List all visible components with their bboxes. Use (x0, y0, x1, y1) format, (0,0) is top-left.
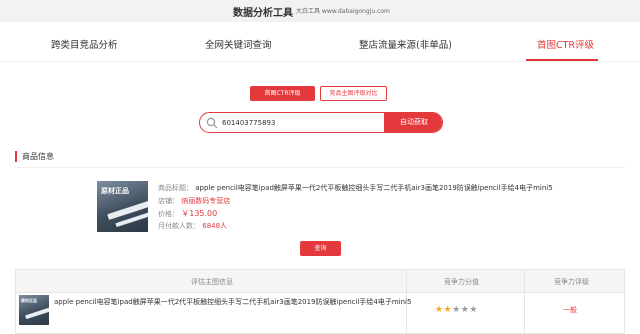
buyers-value: 6848人 (202, 222, 228, 230)
brand-text: 大白工具 www.dabaigongju.com (296, 8, 390, 15)
ctr-rating-mode-button[interactable]: 首图CTR评级 (250, 86, 315, 101)
star-icon: ★ (443, 305, 453, 315)
header-score: 竞争力分值 (444, 278, 479, 286)
active-tab-indicator (526, 59, 598, 61)
row-product-title: apple pencil电容笔ipad触屏苹果一代2代平板触控细头手写二代手机a… (54, 298, 412, 306)
product-buyers-line: 月付款人数： 6848人 (158, 221, 227, 231)
app-title: 数据分析工具 (233, 8, 293, 19)
product-thumbnail: 原材正品 (97, 181, 148, 232)
tab-shop-traffic[interactable]: 整店流量来源(非单品) (359, 37, 452, 51)
grade-value: 一般 (563, 306, 577, 314)
row-thumbnail: 原材正品 (19, 295, 49, 325)
star-icon: ★ (435, 305, 444, 315)
search-bar: 自动获取 (199, 112, 443, 133)
product-shop-line: 店铺： 纳丽数码专营店 (158, 196, 230, 206)
query-button[interactable]: 查询 (300, 241, 341, 256)
product-price-line: 价格： ￥135.00 (158, 208, 217, 219)
score-stars: ★★★★★ (435, 305, 478, 315)
star-icon: ★ (469, 305, 478, 315)
buyers-label: 月付款人数： (158, 222, 200, 230)
product-title-line: 商品标题： apple pencil电容笔ipad触屏苹果一代2代平板触控细头手… (158, 183, 553, 193)
product-title: apple pencil电容笔ipad触屏苹果一代2代平板触控细头手写二代手机a… (195, 184, 553, 192)
product-id-input[interactable] (222, 115, 380, 130)
shop-name-link[interactable]: 纳丽数码专营店 (181, 197, 230, 205)
tab-ctr-rating[interactable]: 首图CTR评级 (537, 37, 594, 51)
product-title-label: 商品标题： (158, 184, 193, 192)
top-bar: 数据分析工具 大白工具 www.dabaigongju.com (0, 0, 640, 22)
tab-keyword-query[interactable]: 全网关键词查询 (205, 37, 272, 51)
star-icon: ★ (452, 305, 461, 315)
price-value: ￥135.00 (181, 209, 218, 218)
competitor-compare-mode-button[interactable]: 竞品主图评级对比 (320, 86, 387, 101)
main-nav: 跨类目竞品分析 全网关键词查询 整店流量来源(非单品) 首图CTR评级 (0, 22, 640, 62)
row-thumbnail-caption: 原材正品 (21, 298, 37, 303)
table-header: 评估主图信息 竞争力分值 竞争力评级 (16, 270, 624, 293)
tab-cross-category[interactable]: 跨类目竞品分析 (51, 37, 118, 51)
price-label: 价格： (158, 210, 179, 218)
section-divider (15, 167, 625, 168)
header-image-info: 评估主图信息 (191, 278, 233, 286)
search-icon (206, 117, 218, 129)
thumbnail-caption: 原材正品 (101, 187, 129, 195)
header-grade: 竞争力评级 (554, 278, 589, 286)
shop-label: 店铺： (158, 197, 179, 205)
auto-fetch-button[interactable]: 自动获取 (384, 113, 442, 132)
section-title: 商品信息 (15, 151, 54, 162)
result-table: 评估主图信息 竞争力分值 竞争力评级 原材正品 apple pencil电容笔i… (15, 269, 625, 334)
